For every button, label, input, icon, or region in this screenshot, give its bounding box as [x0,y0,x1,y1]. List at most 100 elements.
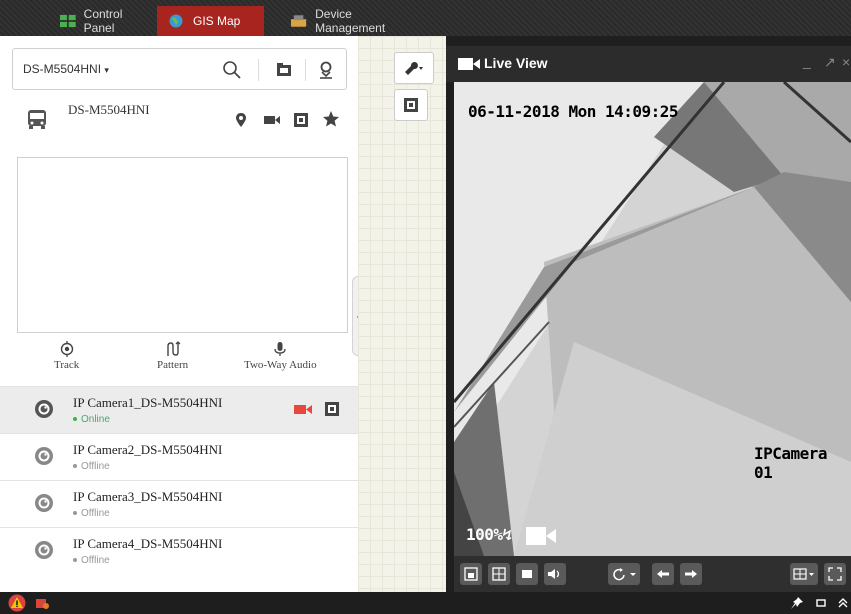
speaker-icon [548,569,560,579]
rotate-button[interactable] [608,563,640,585]
alarm-event-icon[interactable] [34,595,50,611]
camera-icon[interactable] [264,115,280,125]
track-icon [60,341,73,357]
camera-status-text: Online [81,414,110,425]
device-icon [290,15,307,27]
offline-dot-icon [73,464,77,469]
folder-icon[interactable] [273,59,295,81]
map-playback-button[interactable] [394,89,428,121]
live-view-header: Live View _ ↗ × [446,46,851,82]
expand-icon[interactable]: ↗ [824,54,836,71]
star-icon[interactable] [322,110,340,128]
device-select-value: DS-M5504HNI [23,62,102,76]
camera-list: IP Camera1_DS-M5504HNI Online IP Camera2… [0,386,358,574]
split-screen-icon [492,567,506,581]
recording-indicator-icon [526,527,556,545]
search-icon[interactable] [221,59,243,81]
device-search-box: DS-M5504HNI ▾ [12,48,347,90]
warning-icon[interactable] [8,594,26,612]
pin-icon[interactable] [790,596,804,610]
ptz-preview-area [17,157,348,333]
device-name: DS-M5504HNI [68,102,150,117]
video-scene [454,82,851,556]
tab-gis-map[interactable]: GIS Map [157,6,264,36]
camera-channel-icon [35,494,53,512]
osd-zoom: 100%↯ [466,525,512,544]
camera-status: Offline [73,508,110,519]
camera-status-text: Offline [81,555,110,566]
capture-button[interactable] [460,563,482,585]
layout-dropdown-icon [793,568,814,580]
microphone-icon [274,342,286,356]
track-label: Track [54,359,80,371]
tab-gis-map-label: GIS Map [193,14,241,28]
live-view-toolbar [454,556,851,592]
pattern-icon [166,341,181,356]
list-item[interactable]: IP Camera2_DS-M5504HNI Offline [0,433,358,480]
osd-datetime: 06-11-2018 Mon 14:09:25 [468,102,679,121]
tab-device-management-label: Device Management [315,7,386,35]
chevron-up-double-icon[interactable] [838,597,848,609]
video-camera-icon [458,58,480,70]
camera-status-text: Offline [81,508,110,519]
stop-button[interactable] [516,563,538,585]
two-way-audio-label: Two-Way Audio [244,359,317,371]
list-item[interactable]: IP Camera1_DS-M5504HNI Online [0,386,358,433]
audio-button[interactable] [544,563,566,585]
online-dot-icon [73,417,77,422]
osd-zoom-value: 100% [466,525,503,544]
grid-icon [60,14,76,28]
tab-control-panel-label: Control Panel [83,7,123,35]
playback-icon[interactable] [293,112,309,128]
list-item[interactable]: IP Camera3_DS-M5504HNI Offline [0,480,358,527]
arrow-left-icon [657,570,669,578]
previous-button[interactable] [652,563,674,585]
status-bar [0,592,851,614]
split-screen-button[interactable] [488,563,510,585]
camera-name: IP Camera2_DS-M5504HNI [73,442,223,457]
pattern-label: Pattern [157,359,189,371]
gis-map-canvas[interactable] [358,36,446,592]
tab-device-management[interactable]: Device Management [280,6,430,36]
live-view-title: Live View [484,55,548,71]
list-item[interactable]: IP Camera4_DS-M5504HNI Offline [0,527,358,574]
layout-button[interactable] [790,563,818,585]
next-button[interactable] [680,563,702,585]
tab-control-panel[interactable]: Control Panel [50,6,157,36]
playback-icon[interactable] [324,401,340,417]
camera-name: IP Camera4_DS-M5504HNI [73,536,223,551]
lightning-icon: ↯ [502,525,513,544]
pattern-button[interactable]: Pattern [157,341,188,371]
camera-name: IP Camera3_DS-M5504HNI [73,489,223,504]
device-select[interactable]: DS-M5504HNI ▾ [23,62,109,76]
stop-icon [522,570,532,578]
window-icon[interactable] [816,598,826,608]
module-tab-bar: Control Panel GIS Map Device Management [0,0,851,36]
playback-icon [404,98,418,112]
device-row[interactable]: DS-M5504HNI [0,94,358,144]
arrow-right-icon [685,570,697,578]
fullscreen-icon [828,567,842,581]
tools-button[interactable] [394,52,434,84]
minimize-icon[interactable]: _ [803,53,811,69]
offline-dot-icon [73,511,77,516]
camera-status: Online [73,414,110,425]
osd-camera-name: IPCamera 01 [754,444,828,482]
camera-status-text: Offline [81,461,110,472]
two-way-audio-button[interactable]: Two-Way Audio [244,341,317,371]
track-button[interactable]: Track [54,341,79,371]
camera-channel-icon [35,447,53,465]
fullscreen-button[interactable] [824,563,846,585]
wrench-icon [405,62,423,75]
camera-status: Offline [73,555,110,566]
recording-camera-icon[interactable] [294,404,312,415]
camera-channel-icon [35,541,53,559]
live-video-feed[interactable]: 06-11-2018 Mon 14:09:25 IPCamera 01 100%… [454,82,851,556]
close-icon[interactable]: × [842,54,850,70]
location-pin-icon[interactable] [315,59,337,81]
capture-icon [464,567,478,581]
rotate-dropdown-icon [613,568,636,581]
map-pin-icon[interactable] [234,112,248,128]
live-view-panel: Live View _ ↗ × 06-11-2018 Mon 14:09:25 … [446,36,851,592]
globe-icon [169,14,183,28]
